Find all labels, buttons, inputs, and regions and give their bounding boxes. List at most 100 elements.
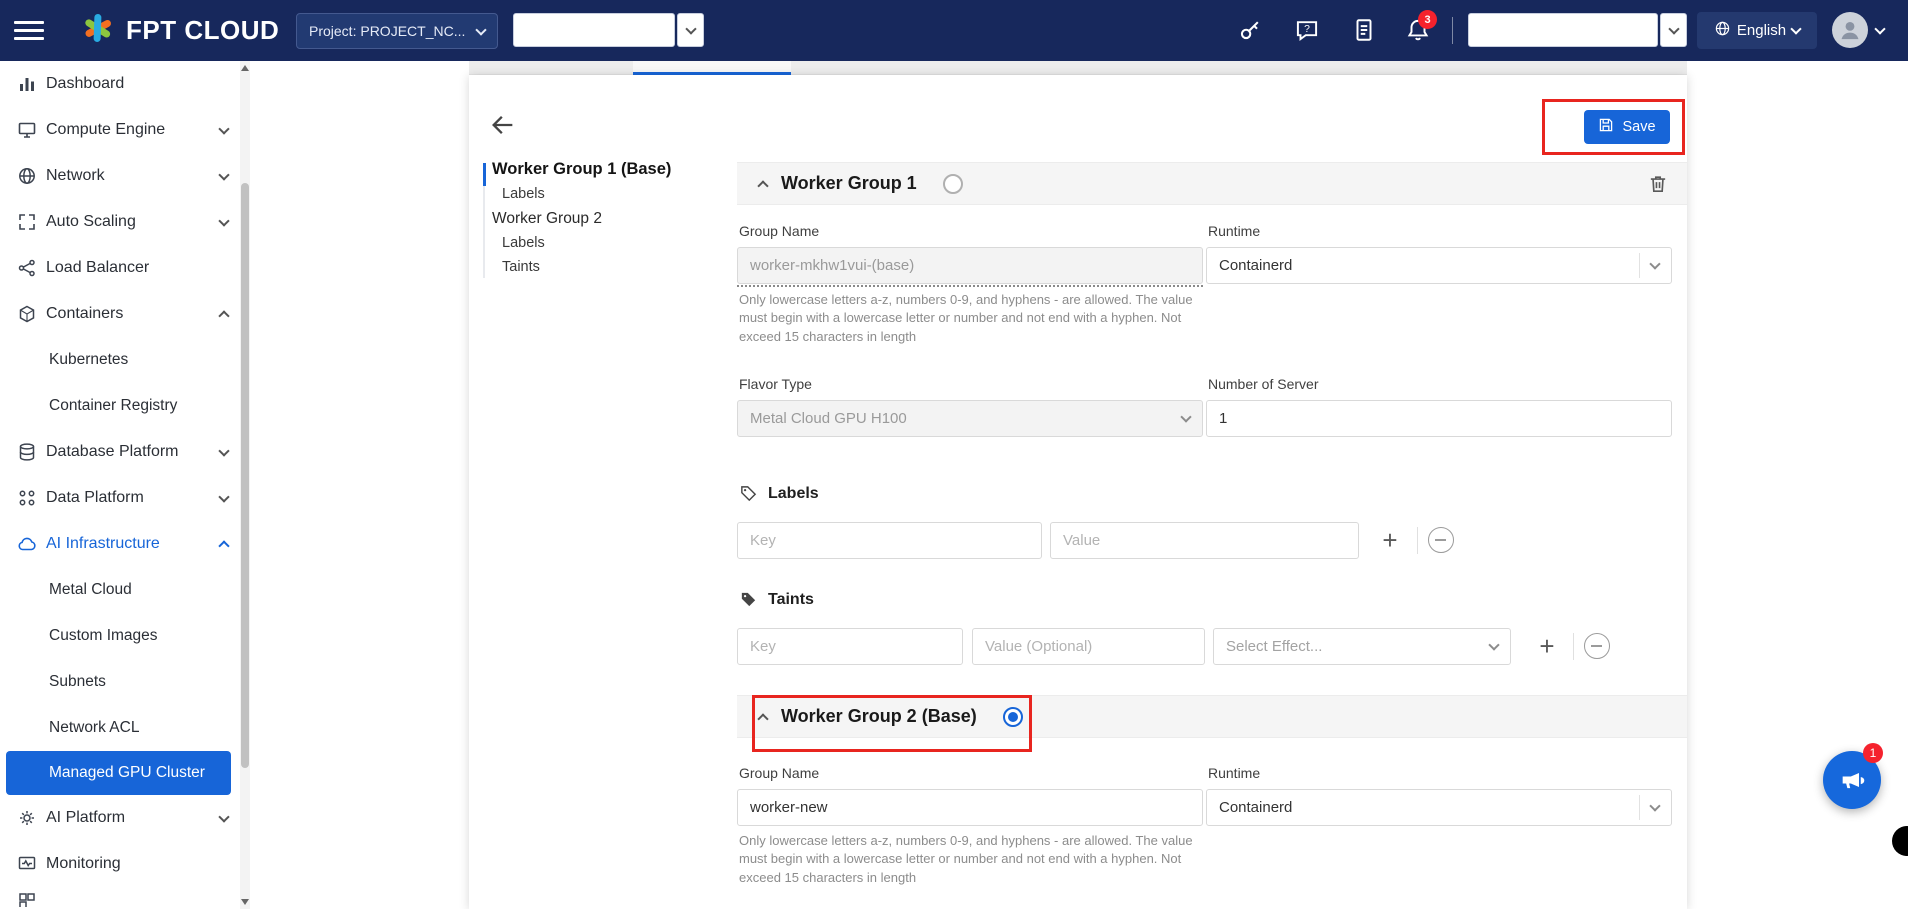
flavor-type-select[interactable]: Metal Cloud GPU H100 bbox=[737, 400, 1203, 437]
navbar-select-1[interactable] bbox=[513, 13, 675, 47]
group-name-input[interactable] bbox=[737, 247, 1203, 284]
worker-group-2-header[interactable]: Worker Group 2 (Base) bbox=[737, 695, 1687, 738]
remove-taint-button[interactable] bbox=[1584, 633, 1610, 659]
back-button[interactable] bbox=[489, 111, 517, 139]
sidebar-item-network-acl[interactable]: Network ACL bbox=[0, 705, 250, 751]
add-label-button[interactable]: + bbox=[1375, 522, 1405, 559]
sidebar-item-metal-cloud[interactable]: Metal Cloud bbox=[0, 567, 250, 613]
sidebar-item-kubernetes[interactable]: Kubernetes bbox=[0, 337, 250, 383]
sidebar-item-data-platform[interactable]: Data Platform bbox=[0, 475, 250, 521]
select-divider bbox=[1639, 795, 1640, 820]
save-button-label: Save bbox=[1622, 119, 1655, 135]
language-selector[interactable]: English bbox=[1697, 12, 1817, 49]
runtime-select[interactable]: Containerd bbox=[1206, 247, 1672, 284]
tag-filled-icon bbox=[739, 590, 758, 609]
navbar-divider bbox=[1452, 17, 1453, 44]
user-menu[interactable] bbox=[1832, 12, 1884, 48]
navbar-select-2[interactable] bbox=[1468, 13, 1658, 47]
tree-link-wg1-labels[interactable]: Labels bbox=[502, 186, 545, 202]
logo-text: FPT CLOUD bbox=[126, 15, 279, 46]
document-icon[interactable] bbox=[1351, 17, 1377, 43]
save-button[interactable]: Save bbox=[1584, 110, 1670, 144]
sidebar-item-subnets[interactable]: Subnets bbox=[0, 659, 250, 705]
help-chat-icon[interactable]: ? bbox=[1294, 17, 1320, 43]
sidebar-item-partial[interactable] bbox=[0, 887, 250, 907]
active-tab-indicator[interactable] bbox=[633, 61, 791, 75]
sidebar-item-load-balancer[interactable]: Load Balancer bbox=[0, 245, 250, 291]
chevron-down-icon bbox=[1649, 800, 1660, 811]
sidebar-item-container-registry[interactable]: Container Registry bbox=[0, 383, 250, 429]
delete-group-icon[interactable] bbox=[1647, 173, 1669, 195]
divider bbox=[1573, 633, 1574, 660]
sidebar-item-containers[interactable]: Containers bbox=[0, 291, 250, 337]
sidebar-item-ai-infrastructure[interactable]: AI Infrastructure bbox=[0, 521, 250, 567]
load-balancer-icon bbox=[17, 258, 37, 278]
chevron-up-icon bbox=[218, 310, 229, 321]
worker-group-1-header[interactable]: Worker Group 1 bbox=[737, 162, 1687, 205]
flavor-type-label: Flavor Type bbox=[739, 376, 812, 392]
navbar-combobox-1 bbox=[513, 13, 704, 47]
globe-icon bbox=[1714, 20, 1731, 41]
sidebar-item-compute-engine[interactable]: Compute Engine bbox=[0, 107, 250, 153]
sidebar-item-custom-images[interactable]: Custom Images bbox=[0, 613, 250, 659]
sidebar-item-managed-gpu-cluster[interactable]: Managed GPU Cluster bbox=[6, 751, 231, 795]
sidebar-item-label: Compute Engine bbox=[46, 121, 165, 139]
sidebar-scrollbar[interactable] bbox=[240, 61, 250, 909]
label-value-input[interactable] bbox=[1050, 522, 1359, 559]
number-of-server-label: Number of Server bbox=[1208, 376, 1318, 392]
group-name-input-2[interactable] bbox=[737, 789, 1203, 826]
hamburger-menu-icon[interactable] bbox=[14, 16, 44, 44]
flavor-type-value: Metal Cloud GPU H100 bbox=[750, 410, 1182, 427]
runtime-select-2[interactable]: Containerd bbox=[1206, 789, 1672, 826]
scroll-up-icon[interactable] bbox=[241, 65, 249, 71]
box-icon bbox=[17, 304, 37, 324]
sidebar-item-auto-scaling[interactable]: Auto Scaling bbox=[0, 199, 250, 245]
scrollbar-thumb[interactable] bbox=[241, 183, 249, 768]
scaling-icon bbox=[17, 212, 37, 232]
key-icon[interactable] bbox=[1237, 17, 1263, 43]
collapse-icon[interactable] bbox=[757, 713, 768, 724]
label-key-input[interactable] bbox=[737, 522, 1042, 559]
chevron-down-icon bbox=[218, 491, 229, 502]
sidebar-item-dashboard[interactable]: Dashboard bbox=[0, 61, 250, 107]
taints-heading-text: Taints bbox=[768, 591, 814, 609]
add-taint-button[interactable]: + bbox=[1532, 628, 1562, 665]
sidebar-item-label: Network ACL bbox=[49, 719, 139, 737]
sidebar-item-label: AI Platform bbox=[46, 809, 125, 827]
sidebar-item-ai-platform[interactable]: AI Platform bbox=[0, 795, 250, 841]
tree-link-worker-group-2[interactable]: Worker Group 2 bbox=[492, 210, 602, 228]
navbar-select-1-dropdown[interactable] bbox=[677, 13, 704, 47]
taint-key-input[interactable] bbox=[737, 628, 963, 665]
runtime-value: Containerd bbox=[1219, 257, 1639, 274]
sidebar-item-database-platform[interactable]: Database Platform bbox=[0, 429, 250, 475]
dashboard-icon bbox=[17, 74, 37, 94]
megaphone-icon bbox=[1838, 766, 1866, 794]
navbar-select-2-dropdown[interactable] bbox=[1660, 13, 1687, 47]
sidebar-item-label: Containers bbox=[46, 305, 123, 323]
chevron-down-icon bbox=[1649, 258, 1660, 269]
chevron-down-icon bbox=[218, 123, 229, 134]
taint-effect-select[interactable]: Select Effect... bbox=[1213, 628, 1511, 665]
fpt-logo-icon bbox=[80, 13, 116, 48]
fpt-cloud-logo[interactable]: FPT CLOUD bbox=[80, 13, 279, 48]
scroll-down-icon[interactable] bbox=[241, 899, 249, 905]
remove-label-button[interactable] bbox=[1428, 527, 1454, 553]
sidebar-item-monitoring[interactable]: Monitoring bbox=[0, 841, 250, 887]
tree-link-wg2-labels[interactable]: Labels bbox=[502, 235, 545, 251]
worker-group-1-radio[interactable] bbox=[943, 174, 963, 194]
taints-section-heading: Taints bbox=[739, 590, 814, 609]
divider bbox=[1417, 527, 1418, 554]
worker-groups-card: Save Worker Group 1 (Base) Labels Worker… bbox=[469, 75, 1687, 909]
sidebar-item-network[interactable]: Network bbox=[0, 153, 250, 199]
worker-group-2-radio[interactable] bbox=[1003, 707, 1023, 727]
number-of-server-input[interactable] bbox=[1206, 400, 1672, 437]
tree-link-wg2-taints[interactable]: Taints bbox=[502, 259, 540, 275]
sidebar-item-label: Kubernetes bbox=[49, 351, 128, 369]
tree-link-worker-group-1[interactable]: Worker Group 1 (Base) bbox=[492, 160, 671, 179]
dashed-underline bbox=[737, 285, 1203, 287]
language-label: English bbox=[1737, 22, 1786, 39]
monitor-icon bbox=[17, 120, 37, 140]
collapse-icon[interactable] bbox=[757, 180, 768, 191]
project-selector[interactable]: Project: PROJECT_NC... bbox=[296, 13, 498, 49]
taint-value-input[interactable] bbox=[972, 628, 1205, 665]
